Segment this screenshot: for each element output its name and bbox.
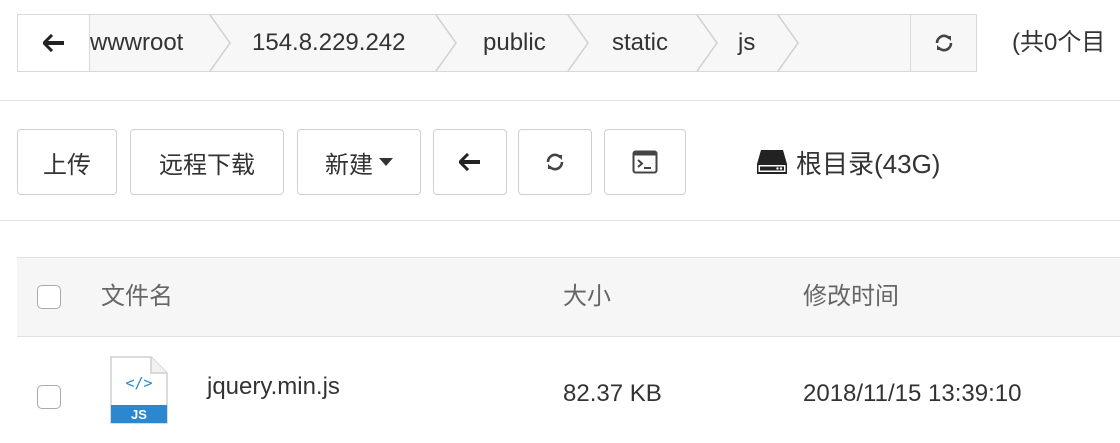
terminal-icon xyxy=(632,150,658,174)
breadcrumb: wwwroot 154.8.229.242 public static js xyxy=(90,15,910,71)
arrow-left-icon xyxy=(42,34,64,52)
new-button-label: 新建 xyxy=(325,151,373,179)
terminal-button[interactable] xyxy=(604,129,686,195)
crumb-static[interactable]: static xyxy=(612,15,668,71)
file-name-link[interactable]: jquery.min.js xyxy=(207,373,340,401)
hdd-icon xyxy=(757,150,787,174)
refresh-button[interactable] xyxy=(518,129,592,195)
crumb-js[interactable]: js xyxy=(738,15,755,71)
crumb-separator xyxy=(567,15,589,71)
crumb-separator xyxy=(777,15,799,71)
select-all-checkbox[interactable] xyxy=(37,285,61,309)
file-modified-time: 2018/11/15 13:39:10 xyxy=(803,380,1022,407)
column-header-modified[interactable]: 修改时间 xyxy=(803,258,899,336)
file-size: 82.37 KB xyxy=(563,380,662,407)
crumb-wwwroot[interactable]: wwwroot xyxy=(90,15,183,71)
path-refresh-button[interactable] xyxy=(910,15,976,71)
refresh-icon xyxy=(935,34,952,52)
new-dropdown-button[interactable]: 新建 xyxy=(297,129,421,195)
crumb-separator xyxy=(435,15,457,71)
arrow-left-icon xyxy=(459,153,480,171)
crumb-public[interactable]: public xyxy=(483,15,546,71)
js-badge: JS xyxy=(131,407,147,422)
js-file-icon: </> JS xyxy=(110,356,168,424)
remote-download-button[interactable]: 远程下载 xyxy=(130,129,284,195)
column-header-size[interactable]: 大小 xyxy=(563,258,611,336)
caret-down-icon xyxy=(379,158,393,166)
row-checkbox[interactable] xyxy=(37,385,61,409)
code-glyph: </> xyxy=(125,374,152,392)
path-back-button[interactable] xyxy=(18,15,90,71)
crumb-separator xyxy=(696,15,718,71)
back-button[interactable] xyxy=(433,129,507,195)
upload-button[interactable]: 上传 xyxy=(17,129,117,195)
table-row[interactable]: </> JS jquery.min.js 82.37 KB 2018/11/15… xyxy=(17,337,1120,443)
divider xyxy=(0,220,1120,221)
disk-label: 根目录(43G) xyxy=(796,148,941,179)
refresh-icon xyxy=(546,153,564,171)
table-header: 文件名 大小 修改时间 xyxy=(17,257,1120,337)
crumb-ip[interactable]: 154.8.229.242 xyxy=(252,15,405,71)
divider xyxy=(0,100,1120,101)
disk-info: 根目录(43G) xyxy=(756,129,940,195)
column-header-name[interactable]: 文件名 xyxy=(101,258,173,336)
item-count-text: (共0个目 xyxy=(1012,29,1106,56)
path-bar: wwwroot 154.8.229.242 public static js xyxy=(17,14,977,72)
crumb-separator xyxy=(209,15,231,71)
